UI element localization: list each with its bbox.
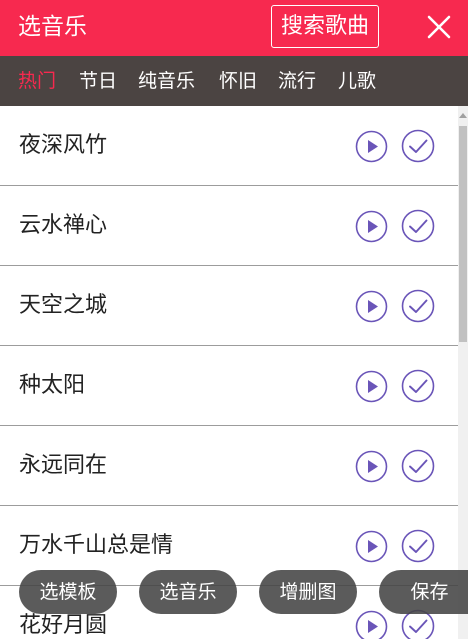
song-title: 夜深风竹	[19, 133, 108, 158]
tab-pure-music[interactable]: 纯音乐	[138, 69, 195, 93]
list-item[interactable]: 云水禅心	[0, 186, 458, 266]
check-icon[interactable]	[401, 129, 435, 163]
play-icon[interactable]	[355, 610, 388, 639]
check-icon[interactable]	[401, 289, 435, 323]
choose-template-button[interactable]: 选模板	[19, 570, 117, 614]
tab-holiday[interactable]: 节日	[79, 69, 117, 93]
song-title: 万水千山总是情	[19, 533, 174, 558]
check-icon[interactable]	[401, 449, 435, 483]
tab-popular[interactable]: 流行	[278, 69, 316, 93]
header-bar: 选音乐 搜索歌曲	[0, 0, 468, 56]
play-icon[interactable]	[355, 210, 388, 243]
play-icon[interactable]	[355, 290, 388, 323]
song-title: 云水禅心	[19, 213, 108, 238]
song-list: 夜深风竹 云水禅心 天空之城 种太阳 永远同在 万水千山总是情 花好月圆	[0, 106, 458, 639]
tab-kids[interactable]: 儿歌	[338, 69, 376, 93]
list-item[interactable]: 永远同在	[0, 426, 458, 506]
check-icon[interactable]	[401, 209, 435, 243]
check-icon[interactable]	[401, 529, 435, 563]
list-item[interactable]: 天空之城	[0, 266, 458, 346]
play-icon[interactable]	[355, 130, 388, 163]
song-title: 天空之城	[19, 293, 108, 318]
song-title: 花好月圆	[19, 613, 108, 638]
choose-music-button[interactable]: 选音乐	[139, 570, 237, 614]
song-title: 永远同在	[19, 453, 108, 478]
scroll-up-arrow-icon[interactable]	[459, 112, 467, 118]
song-title: 种太阳	[19, 373, 86, 398]
tab-hot[interactable]: 热门	[18, 69, 56, 93]
page-title: 选音乐	[18, 14, 87, 40]
check-icon[interactable]	[401, 369, 435, 403]
edit-images-button[interactable]: 增删图	[259, 570, 357, 614]
tab-nostalgic[interactable]: 怀旧	[219, 69, 257, 93]
category-tabs: 热门 节日 纯音乐 怀旧 流行 儿歌	[0, 56, 468, 106]
play-icon[interactable]	[355, 530, 388, 563]
scrollbar-thumb[interactable]	[459, 126, 467, 342]
scrollbar[interactable]	[458, 106, 468, 639]
save-button[interactable]: 保存	[379, 570, 468, 614]
list-item[interactable]: 种太阳	[0, 346, 458, 426]
play-icon[interactable]	[355, 370, 388, 403]
close-icon[interactable]	[424, 12, 454, 42]
list-item[interactable]: 夜深风竹	[0, 106, 458, 186]
play-icon[interactable]	[355, 450, 388, 483]
search-songs-button[interactable]: 搜索歌曲	[271, 5, 379, 48]
